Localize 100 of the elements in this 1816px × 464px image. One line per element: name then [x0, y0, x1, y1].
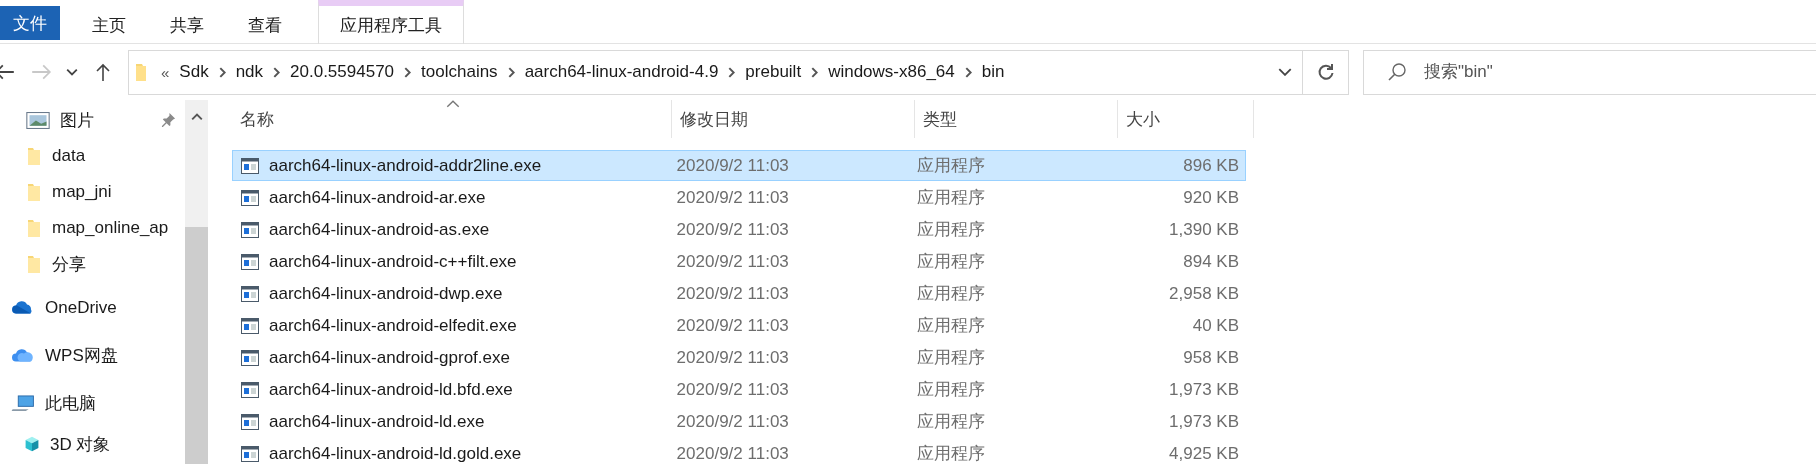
sidebar-item[interactable]: map_online_ap: [0, 210, 185, 246]
file-name: aarch64-linux-android-gprof.exe: [269, 347, 510, 368]
chevron-right-icon[interactable]: [404, 66, 412, 78]
modified-date: 2020/9/2 11:03: [675, 410, 790, 433]
sidebar-item[interactable]: 分享: [0, 246, 185, 282]
sidebar-item[interactable]: WPS网盘: [0, 333, 185, 378]
file-size: 1,973 KB: [1168, 410, 1240, 433]
chevron-right-icon[interactable]: [273, 66, 281, 78]
folder-icon: [26, 145, 42, 167]
chevron-right-icon[interactable]: [507, 66, 515, 78]
ribbon-tab[interactable]: 主页: [70, 0, 148, 44]
sidebar-item[interactable]: OneDrive: [0, 285, 185, 330]
file-size: 1,390 KB: [1168, 218, 1240, 241]
file-name: aarch64-linux-android-addr2line.exe: [269, 155, 542, 176]
file-name: aarch64-linux-android-elfedit.exe: [269, 315, 517, 336]
file-row[interactable]: aarch64-linux-android-dwp.exe 2020/9/2 11:03 应用程序 2,958 KB: [232, 278, 1246, 309]
chevron-down-icon[interactable]: [66, 68, 78, 76]
cloud-icon: [11, 347, 35, 364]
file-name: aarch64-linux-android-as.exe: [269, 219, 490, 240]
file-row[interactable]: aarch64-linux-android-c++filt.exe 2020/9/2 11:03 应用程序 894 KB: [232, 246, 1246, 277]
chevron-right-icon[interactable]: [218, 66, 226, 78]
file-row[interactable]: aarch64-linux-android-addr2line.exe 2020/9/2 11:03 应用程序 896 KB: [232, 150, 1246, 181]
file-size: 894 KB: [1182, 250, 1240, 273]
breadcrumb-item[interactable]: windows-x86_64: [828, 62, 955, 82]
file-type: 应用程序: [916, 347, 987, 369]
modified-date: 2020/9/2 11:03: [675, 346, 790, 369]
ribbon-tab[interactable]: 查看: [226, 0, 304, 44]
file-size: 958 KB: [1182, 346, 1240, 369]
file-type: 应用程序: [916, 283, 987, 305]
file-size: 896 KB: [1182, 154, 1240, 177]
file-row[interactable]: aarch64-linux-android-ld.exe 2020/9/2 11:03 应用程序 1,973 KB: [232, 406, 1246, 437]
back-icon[interactable]: [0, 62, 16, 82]
breadcrumb-item[interactable]: aarch64-linux-android-4.9: [524, 62, 719, 82]
file-name: aarch64-linux-android-ld.gold.exe: [269, 443, 522, 464]
file-type: 应用程序: [916, 379, 987, 401]
sidebar-item[interactable]: map_jni: [0, 174, 185, 210]
ribbon-tab[interactable]: 共享: [148, 0, 226, 44]
file-row[interactable]: aarch64-linux-android-gprof.exe 2020/9/2 11:03 应用程序 958 KB: [232, 342, 1246, 373]
overflow-chevron[interactable]: «: [161, 63, 170, 81]
file-type: 应用程序: [916, 187, 987, 209]
column-header[interactable]: 大小: [1118, 100, 1254, 138]
breadcrumb-item[interactable]: ndk: [235, 62, 264, 82]
file-type: 应用程序: [916, 443, 987, 464]
scroll-up-icon[interactable]: [190, 113, 203, 121]
refresh-button[interactable]: [1303, 49, 1349, 95]
chevron-down-icon[interactable]: [1278, 68, 1292, 76]
sidebar-item[interactable]: data: [0, 138, 185, 174]
scrollbar-thumb[interactable]: [185, 227, 208, 464]
application-icon: [241, 349, 259, 366]
sort-caret-icon: [446, 100, 460, 108]
application-icon: [241, 253, 259, 270]
file-type: 应用程序: [916, 411, 987, 433]
chevron-right-icon[interactable]: [964, 66, 972, 78]
file-size: 1,973 KB: [1168, 378, 1240, 401]
modified-date: 2020/9/2 11:03: [675, 378, 790, 401]
file-size: 40 KB: [1191, 314, 1240, 337]
application-icon: [241, 317, 259, 334]
application-icon: [241, 285, 259, 302]
file-menu-button[interactable]: 文件: [0, 6, 60, 40]
file-row[interactable]: aarch64-linux-android-ld.bfd.exe 2020/9/2 11:03 应用程序 1,973 KB: [232, 374, 1246, 405]
application-icon: [241, 413, 259, 430]
file-row[interactable]: aarch64-linux-android-ar.exe 2020/9/2 11:03 应用程序 920 KB: [232, 182, 1246, 213]
modified-date: 2020/9/2 11:03: [675, 314, 790, 337]
search-field[interactable]: 搜索"bin": [1363, 49, 1816, 95]
chevron-right-icon[interactable]: [811, 66, 819, 78]
breadcrumb-item[interactable]: prebuilt: [745, 62, 802, 82]
file-row[interactable]: aarch64-linux-android-as.exe 2020/9/2 11:03 应用程序 1,390 KB: [232, 214, 1246, 245]
sidebar-item[interactable]: 图片: [0, 102, 185, 138]
modified-date: 2020/9/2 11:03: [675, 250, 790, 273]
computer-icon: [11, 395, 35, 412]
sidebar-item[interactable]: 此电脑: [0, 381, 185, 426]
file-name: aarch64-linux-android-c++filt.exe: [269, 251, 517, 272]
file-name: aarch64-linux-android-ar.exe: [269, 187, 486, 208]
file-row[interactable]: aarch64-linux-android-elfedit.exe 2020/9/2 11:03 应用程序 40 KB: [232, 310, 1246, 341]
file-name: aarch64-linux-android-ld.bfd.exe: [269, 379, 513, 400]
application-icon: [241, 381, 259, 398]
ribbon-tab[interactable]: 应用程序工具: [318, 0, 464, 44]
file-name: aarch64-linux-android-dwp.exe: [269, 283, 503, 304]
application-icon: [241, 189, 259, 206]
application-icon: [241, 221, 259, 238]
folder-icon: [26, 217, 42, 239]
scrollbar[interactable]: [185, 100, 208, 464]
application-icon: [241, 157, 259, 174]
modified-date: 2020/9/2 11:03: [675, 282, 790, 305]
column-header[interactable]: 类型: [915, 100, 1118, 138]
breadcrumb-item[interactable]: bin: [981, 62, 1005, 82]
file-name: aarch64-linux-android-ld.exe: [269, 411, 485, 432]
breadcrumb-item[interactable]: 20.0.5594570: [290, 62, 395, 82]
chevron-right-icon[interactable]: [728, 66, 736, 78]
pictures-icon: [26, 111, 50, 129]
modified-date: 2020/9/2 11:03: [675, 154, 790, 177]
file-row[interactable]: aarch64-linux-android-ld.gold.exe 2020/9/2 11:03 应用程序 4,925 KB: [232, 438, 1246, 464]
breadcrumb-item[interactable]: Sdk: [179, 62, 209, 82]
sidebar-item[interactable]: 3D 对象: [0, 426, 185, 462]
column-header[interactable]: 修改日期: [672, 100, 915, 138]
folder-icon: [135, 62, 147, 82]
column-header[interactable]: 名称: [232, 100, 672, 138]
breadcrumb-item[interactable]: toolchains: [421, 62, 498, 82]
address-bar[interactable]: « Sdk ndk 20.0.5594570 toolchains aarch64-linux-android-4.9 prebuilt windows-x86_64 bin: [128, 49, 1303, 95]
folder-icon: [26, 253, 42, 275]
